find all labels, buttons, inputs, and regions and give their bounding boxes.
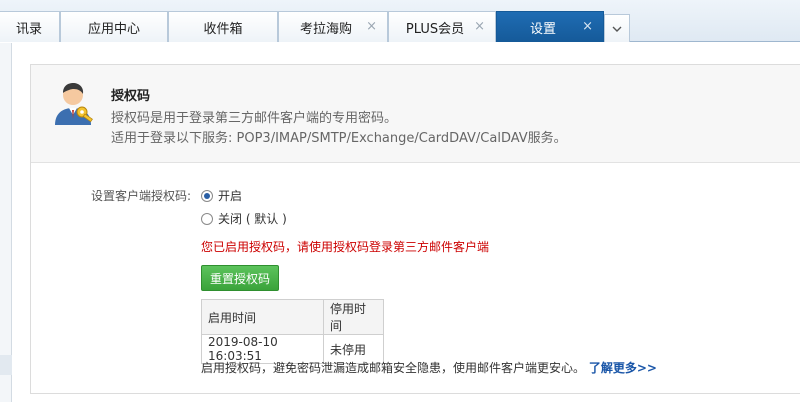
tab-contacts[interactable]: 讯录 — [0, 11, 60, 42]
radio-disable[interactable]: 关闭 ( 默认 ) — [201, 210, 287, 227]
tab-label: 考拉海购 — [299, 21, 352, 37]
close-icon[interactable]: × — [474, 19, 485, 34]
radio-disable-label: 关闭 ( 默认 ) — [218, 212, 287, 226]
tab-inbox[interactable]: 收件箱 — [168, 11, 278, 42]
close-icon[interactable]: × — [366, 19, 377, 34]
tab-label: 应用中心 — [87, 21, 140, 37]
sidebar-strip — [0, 43, 12, 402]
sidebar-active-mark — [0, 355, 12, 375]
close-icon[interactable]: × — [582, 19, 593, 34]
tab-plus-member[interactable]: PLUS会员 × — [388, 11, 496, 42]
auth-code-time-table: 启用时间 停用时间 2019-08-10 16:03:51 未停用 — [201, 299, 384, 364]
auth-code-panel: 授权码 授权码是用于登录第三方邮件客户端的专用密码。 适用于登录以下服务: PO… — [30, 64, 800, 394]
tab-settings[interactable]: 设置 × — [496, 11, 604, 42]
radio-enable[interactable]: 开启 — [201, 187, 242, 204]
footer-text: 启用授权码，避免密码泄漏造成邮箱安全隐患，使用邮件客户端更安心。 — [201, 361, 586, 375]
tab-kaola[interactable]: 考拉海购 × — [278, 11, 388, 42]
tab-label: 设置 — [529, 21, 556, 37]
enabled-notice: 您已启用授权码，请使用授权码登录第三方邮件客户端 — [201, 240, 490, 254]
tab-app-center[interactable]: 应用中心 — [60, 11, 168, 42]
tab-label: 讯录 — [15, 21, 42, 37]
footer-note: 启用授权码，避免密码泄漏造成邮箱安全隐患，使用邮件客户端更安心。 了解更多>> — [201, 359, 657, 376]
radio-disable-button[interactable] — [201, 212, 213, 225]
learn-more-link[interactable]: 了解更多>> — [589, 361, 657, 375]
column-header-disabled-time: 停用时间 — [323, 299, 384, 335]
column-header-enabled-time: 启用时间 — [201, 299, 324, 335]
tab-more-button[interactable] — [604, 14, 630, 42]
radio-enable-button[interactable] — [201, 189, 213, 202]
reset-auth-code-button[interactable]: 重置授权码 — [201, 265, 279, 291]
tab-label: 收件箱 — [203, 21, 243, 37]
panel-header: 授权码 授权码是用于登录第三方邮件客户端的专用密码。 适用于登录以下服务: PO… — [31, 65, 800, 163]
radio-enable-label: 开启 — [218, 189, 243, 203]
tab-label: PLUS会员 — [405, 21, 465, 37]
page-title: 授权码 — [111, 89, 151, 104]
chevron-down-icon — [612, 26, 622, 32]
tab-bar: 讯录 应用中心 收件箱 考拉海购 × PLUS会员 × 设置 × — [0, 0, 800, 42]
auth-code-setting-label: 设置客户端授权码: — [91, 189, 192, 203]
table-header-row: 启用时间 停用时间 — [201, 299, 384, 335]
supported-services: 适用于登录以下服务: POP3/IMAP/SMTP/Exchange/CardD… — [111, 131, 567, 146]
user-key-icon — [55, 83, 93, 125]
page-description: 授权码是用于登录第三方邮件客户端的专用密码。 — [111, 111, 398, 126]
